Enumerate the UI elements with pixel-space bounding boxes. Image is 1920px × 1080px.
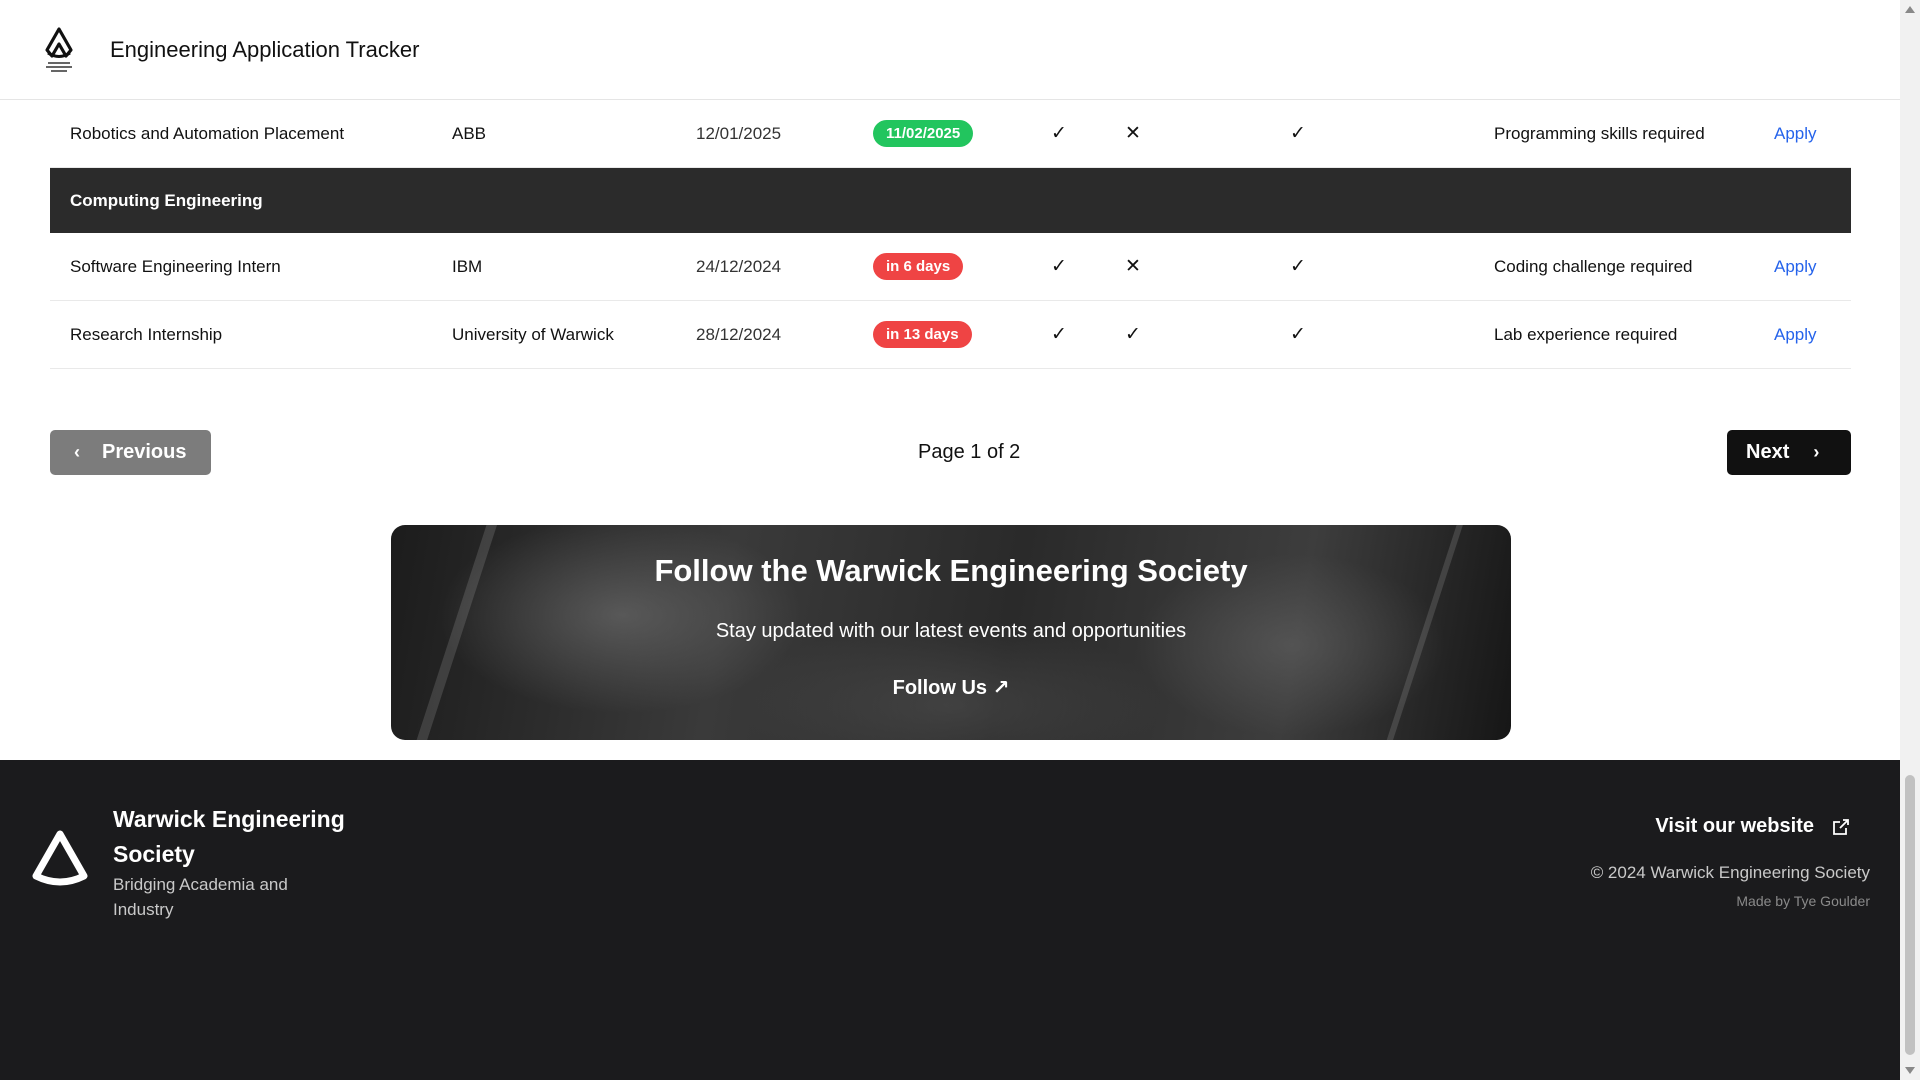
visit-website-link[interactable]: Visit our website (1655, 815, 1850, 838)
cover-letter-cell: ✕ (1123, 233, 1143, 300)
open-date-cell: 28/12/2024 (696, 324, 782, 344)
next-label: Next (1746, 441, 1790, 463)
cross-icon: ✕ (1125, 123, 1141, 144)
cover-letter-cell: ✓ (1123, 301, 1143, 368)
reference-cell: ✓ (1288, 301, 1308, 368)
check-icon: ✓ (1290, 123, 1306, 144)
scroll-up-icon[interactable] (1905, 6, 1915, 13)
copyright-text: © 2024 Warwick Engineering Society (1590, 863, 1870, 882)
banner-title: Follow the Warwick Engineering Society (654, 553, 1248, 588)
next-button[interactable]: Next › (1727, 430, 1851, 475)
notes-cell: Lab experience required (1494, 324, 1678, 344)
footer-logo (32, 830, 88, 886)
app-title: Engineering Application Tracker (110, 37, 420, 62)
check-icon: ✓ (1125, 324, 1141, 345)
role-cell: Software Engineering Intern (70, 256, 281, 276)
apply-link[interactable]: Apply (1774, 301, 1817, 368)
follow-us-link[interactable]: Follow Us ↗ (391, 675, 1511, 700)
footer: Warwick Engineering Society Bridging Aca… (0, 760, 1900, 1080)
scroll-down-icon[interactable] (1905, 1067, 1915, 1074)
cv-cell: ✓ (1049, 233, 1069, 300)
previous-label: Previous (102, 441, 187, 463)
applications-table: Robotics and Automation Placement ABB 12… (50, 100, 1851, 369)
society-tagline: Bridging Academia and Industry (113, 875, 288, 919)
company-cell: University of Warwick (452, 324, 614, 344)
chevron-left-icon: ‹ (74, 442, 80, 462)
reference-cell: ✓ (1288, 233, 1308, 300)
external-link-icon (1833, 818, 1849, 835)
deadline-cell: 11/02/2025 (873, 100, 974, 167)
cover-letter-cell: ✕ (1123, 100, 1143, 167)
apply-link[interactable]: Apply (1774, 233, 1817, 300)
open-date-cell: 24/12/2024 (696, 256, 782, 276)
open-date-cell: 12/01/2025 (696, 123, 782, 143)
notes-cell: Coding challenge required (1494, 256, 1693, 276)
society-logo[interactable] (42, 26, 76, 76)
deadline-badge: in 6 days (873, 253, 964, 280)
check-icon: ✓ (1051, 324, 1067, 345)
deadline-badge: in 13 days (873, 321, 972, 348)
previous-button[interactable]: ‹ Previous (50, 430, 211, 475)
visit-website-label: Visit our website (1655, 815, 1814, 837)
check-icon: ✓ (1290, 324, 1306, 345)
apply-link[interactable]: Apply (1774, 100, 1817, 167)
page-indicator: Page 1 of 2 (918, 441, 1021, 463)
company-cell: IBM (452, 256, 483, 276)
notes-cell: Programming skills required (1494, 123, 1705, 143)
check-icon: ✓ (1290, 256, 1306, 277)
table-row: Robotics and Automation Placement ABB 12… (50, 100, 1851, 168)
cv-cell: ✓ (1049, 301, 1069, 368)
deadline-cell: in 13 days (873, 301, 972, 368)
cross-icon: ✕ (1125, 256, 1141, 277)
scrollbar[interactable] (1900, 0, 1920, 1080)
society-name: Warwick Engineering Society (113, 806, 345, 867)
made-by-text: Made by Tye Goulder (1736, 893, 1870, 909)
page: Engineering Application Tracker Robotics… (0, 0, 1900, 1080)
table-row: Software Engineering Intern IBM 24/12/20… (50, 233, 1851, 301)
scrollbar-thumb[interactable] (1905, 775, 1915, 1055)
section-header: Computing Engineering (50, 168, 1851, 233)
deadline-cell: in 6 days (873, 233, 964, 300)
top-header: Engineering Application Tracker (0, 0, 1900, 100)
role-cell: Robotics and Automation Placement (70, 123, 345, 143)
pagination: ‹ Previous Page 1 of 2 Next › (50, 430, 1851, 475)
table-row: Research Internship University of Warwic… (50, 301, 1851, 369)
company-cell: ABB (452, 123, 487, 143)
follow-banner: Follow the Warwick Engineering Society S… (391, 525, 1511, 740)
check-icon: ✓ (1051, 256, 1067, 277)
check-icon: ✓ (1051, 123, 1067, 144)
deadline-badge: 11/02/2025 (873, 120, 974, 147)
reference-cell: ✓ (1288, 100, 1308, 167)
role-cell: Research Internship (70, 324, 223, 344)
banner-subtitle: Stay updated with our latest events and … (715, 620, 1187, 642)
chevron-right-icon: › (1813, 442, 1820, 462)
cv-cell: ✓ (1049, 100, 1069, 167)
